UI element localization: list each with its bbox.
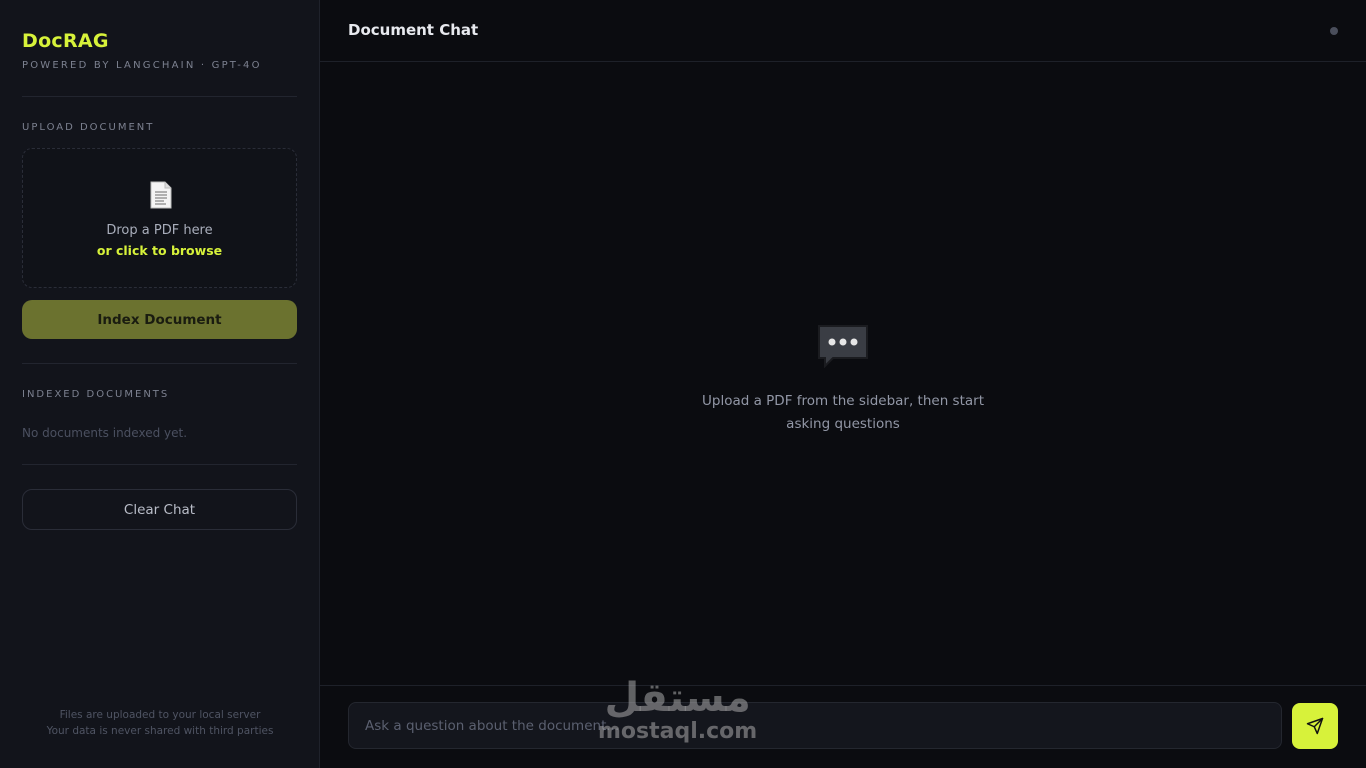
send-icon [1306,717,1324,735]
upload-section-label: UPLOAD DOCUMENT [22,122,155,133]
composer [320,685,1366,768]
divider [22,464,297,465]
question-input[interactable] [348,702,1282,749]
page-title: Document Chat [348,21,479,39]
clear-chat-button[interactable]: Clear Chat [22,489,297,530]
dropzone-primary-text: Drop a PDF here [106,223,213,238]
pdf-dropzone[interactable]: Drop a PDF here or click to browse [22,148,297,288]
brand-subtitle: POWERED BY LANGCHAIN · GPT-4O [22,60,262,71]
index-document-button[interactable]: Index Document [22,300,297,339]
privacy-footnote: Files are uploaded to your local server … [0,707,320,739]
divider [22,363,297,364]
browse-link[interactable]: or click to browse [23,243,296,258]
indexed-section-label: INDEXED DOCUMENTS [22,389,170,400]
footnote-line: Your data is never shared with third par… [46,725,274,737]
empty-state: Upload a PDF from the sidebar, then star… [320,322,1366,436]
divider [22,96,297,97]
speech-bubble-icon [818,325,868,368]
footnote-line: Files are uploaded to your local server [59,709,261,721]
brand: DocRAG POWERED BY LANGCHAIN · GPT-4O [22,30,262,71]
sidebar: DocRAG POWERED BY LANGCHAIN · GPT-4O UPL… [0,0,320,768]
chat-header: Document Chat [320,0,1366,62]
empty-state-text: Upload a PDF from the sidebar, then star… [702,393,984,432]
brand-title: DocRAG [22,30,109,52]
chat-main: Document Chat Upload a PDF from the side… [320,0,1366,768]
no-documents-text: No documents indexed yet. [22,426,188,440]
status-indicator [1330,27,1338,35]
document-icon [150,181,172,209]
send-button[interactable] [1292,703,1338,749]
